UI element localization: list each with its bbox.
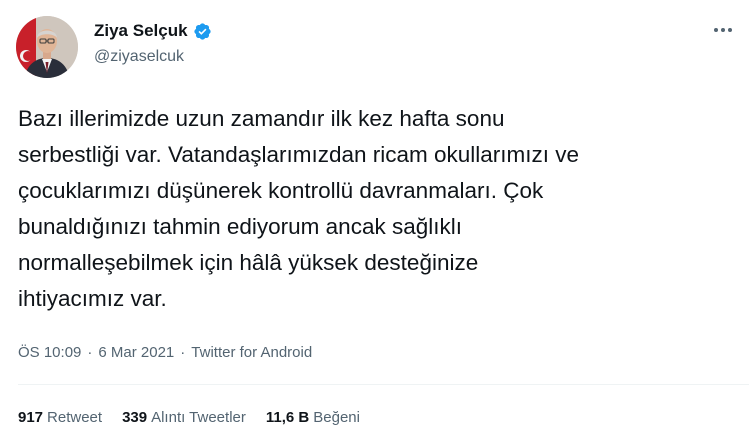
more-options-icon[interactable]: [711, 22, 735, 38]
tweet-time[interactable]: ÖS 10:09: [18, 343, 81, 363]
display-name[interactable]: Ziya Selçuk: [94, 20, 212, 42]
divider: [18, 384, 749, 385]
tweet-line: çocuklarımızı düşünerek kontrollü davran…: [18, 178, 544, 203]
avatar[interactable]: [16, 16, 78, 78]
tweet-text: Bazı illerimizde uzun zamandır ilk kez h…: [18, 101, 733, 317]
tweet-source[interactable]: Twitter for Android: [191, 343, 312, 363]
quotes-count: 339: [122, 409, 148, 426]
verified-badge-icon: [193, 22, 211, 40]
quotes-label: Alıntı Tweetler: [151, 409, 246, 426]
profile-photo-icon: [16, 16, 78, 78]
tweet-meta: ÖS 10:09 · 6 Mar 2021 · Twitter for Andr…: [18, 343, 312, 363]
tweet-line: bunaldığınızı tahmin ediyorum ancak sağl…: [18, 214, 462, 239]
retweets-label: Retweet: [47, 409, 103, 426]
tweet-stats: 917 Retweet 339 Alıntı Tweetler 11,6 B Beğe…: [18, 408, 360, 428]
quote-tweets-stat[interactable]: 339 Alıntı Tweetler: [122, 408, 246, 428]
retweets-stat[interactable]: 917 Retweet: [18, 408, 102, 428]
likes-label: Beğeni: [313, 409, 360, 426]
dot: [714, 28, 718, 32]
retweets-count: 917: [18, 409, 44, 426]
separator: ·: [87, 344, 93, 361]
display-name-text: Ziya Selçuk: [94, 21, 188, 40]
likes-count: 11,6 B: [265, 409, 310, 426]
tweet-line: Bazı illerimizde uzun zamandır ilk kez h…: [18, 106, 505, 131]
separator: ·: [180, 344, 186, 361]
tweet-date[interactable]: 6 Mar 2021: [98, 343, 174, 363]
dot: [728, 28, 732, 32]
tweet-line: serbestliği var. Vatandaşlarımızdan rica…: [18, 142, 580, 167]
likes-stat[interactable]: 11,6 B Beğeni: [266, 408, 360, 428]
tweet-card: Ziya Selçuk @ziyaselcuk Bazı illerimizde…: [0, 0, 749, 447]
tweet-line: normalleşebilmek için hâlâ yüksek desteğ…: [18, 250, 479, 275]
tweet-line: ihtiyacımız var.: [18, 286, 167, 311]
dot: [721, 28, 725, 32]
user-handle[interactable]: @ziyaselcuk: [94, 46, 184, 68]
